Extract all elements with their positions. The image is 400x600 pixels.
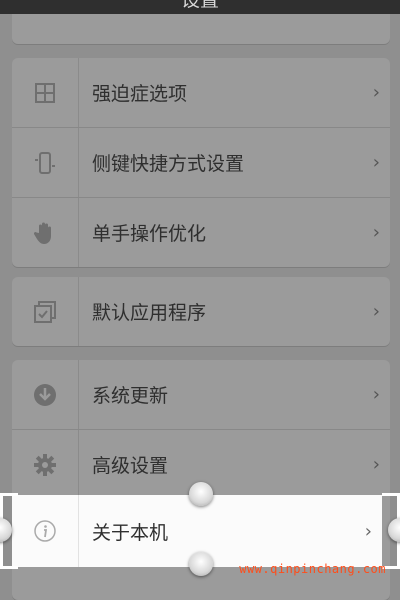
settings-group-previous — [12, 14, 390, 44]
row-label: 默认应用程序 — [92, 302, 207, 324]
default-app-icon — [34, 300, 56, 323]
gear-icon — [34, 453, 56, 476]
row-side-key-shortcuts[interactable]: 侧键快捷方式设置 › — [12, 127, 390, 197]
row-label: 单手操作优化 — [92, 223, 207, 245]
selection-handle-left[interactable] — [0, 518, 12, 542]
phone-side-keys-icon — [35, 151, 55, 174]
row-label: 关于本机 — [92, 521, 169, 544]
row-label: 高级设置 — [92, 455, 169, 477]
info-icon — [34, 520, 56, 542]
download-icon — [34, 383, 56, 406]
chevron-right-icon: › — [372, 454, 380, 475]
row-label: 强迫症选项 — [92, 83, 188, 105]
row-one-hand-mode[interactable]: 单手操作优化 › — [12, 197, 390, 267]
chevron-right-icon: › — [372, 152, 380, 173]
row-label: 侧键快捷方式设置 — [92, 153, 245, 175]
row-system-update[interactable]: 系统更新 › — [12, 360, 390, 429]
row-ocd-options[interactable]: 强迫症选项 › — [12, 58, 390, 127]
selection-bracket-top-left — [0, 493, 18, 496]
selection-handle-top[interactable] — [189, 482, 213, 506]
selection-bracket-top-right — [382, 493, 400, 496]
chevron-right-icon: › — [372, 301, 380, 322]
chevron-right-icon: › — [372, 384, 380, 405]
grid-icon — [35, 82, 55, 103]
row-default-apps[interactable]: 默认应用程序 › — [12, 277, 390, 346]
watermark-text: www.qinpinchang.com — [239, 562, 386, 576]
page-title: 设置 — [180, 0, 219, 11]
hand-icon — [34, 222, 51, 244]
selection-handle-bottom[interactable] — [189, 552, 213, 576]
chevron-right-icon: › — [364, 520, 372, 542]
chevron-right-icon: › — [372, 82, 380, 103]
selection-bracket-bottom-left — [0, 566, 18, 569]
row-label: 系统更新 — [92, 385, 169, 407]
settings-group-1: 强迫症选项 › 侧键快捷方式设置 › 单手操作优化 › — [12, 58, 390, 267]
chevron-right-icon: › — [372, 222, 380, 243]
header-bar: 设置 — [0, 0, 400, 14]
settings-group-2: 默认应用程序 › — [12, 277, 390, 346]
